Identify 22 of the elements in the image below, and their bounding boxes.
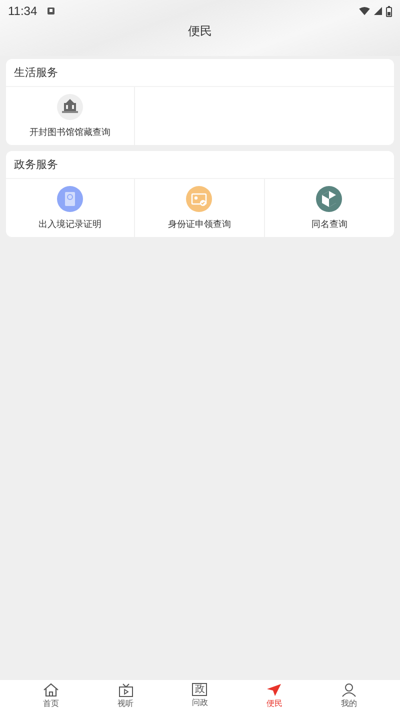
notification-icon: [47, 7, 56, 15]
battery-icon: [386, 6, 392, 16]
section-title: 政务服务: [6, 151, 394, 179]
signal-icon: [374, 7, 382, 15]
nav-tab[interactable]: 首页: [21, 682, 82, 708]
home-icon: [43, 682, 60, 696]
service-item[interactable]: 出入境记录证明: [6, 179, 136, 237]
wifi-icon: [359, 6, 370, 16]
nav-tab[interactable]: 视听: [96, 682, 156, 708]
status-time: 11:34: [8, 4, 38, 18]
nav-tab[interactable]: 我的: [318, 682, 379, 708]
service-item[interactable]: 开封图书馆馆藏查询: [6, 87, 136, 145]
nav-tab[interactable]: 政 问政: [170, 683, 230, 708]
page-title: 便民: [187, 23, 213, 40]
tv-icon: [118, 682, 134, 696]
section-title: 生活服务: [6, 59, 394, 87]
nav-tab[interactable]: 便民: [244, 682, 304, 708]
paper-plane-icon: [266, 682, 282, 696]
service-item[interactable]: 同名查询: [264, 179, 394, 237]
person-icon: [340, 682, 357, 696]
glyph-icon: 政: [192, 683, 208, 696]
service-item[interactable]: 身份证申领查询: [135, 179, 265, 237]
